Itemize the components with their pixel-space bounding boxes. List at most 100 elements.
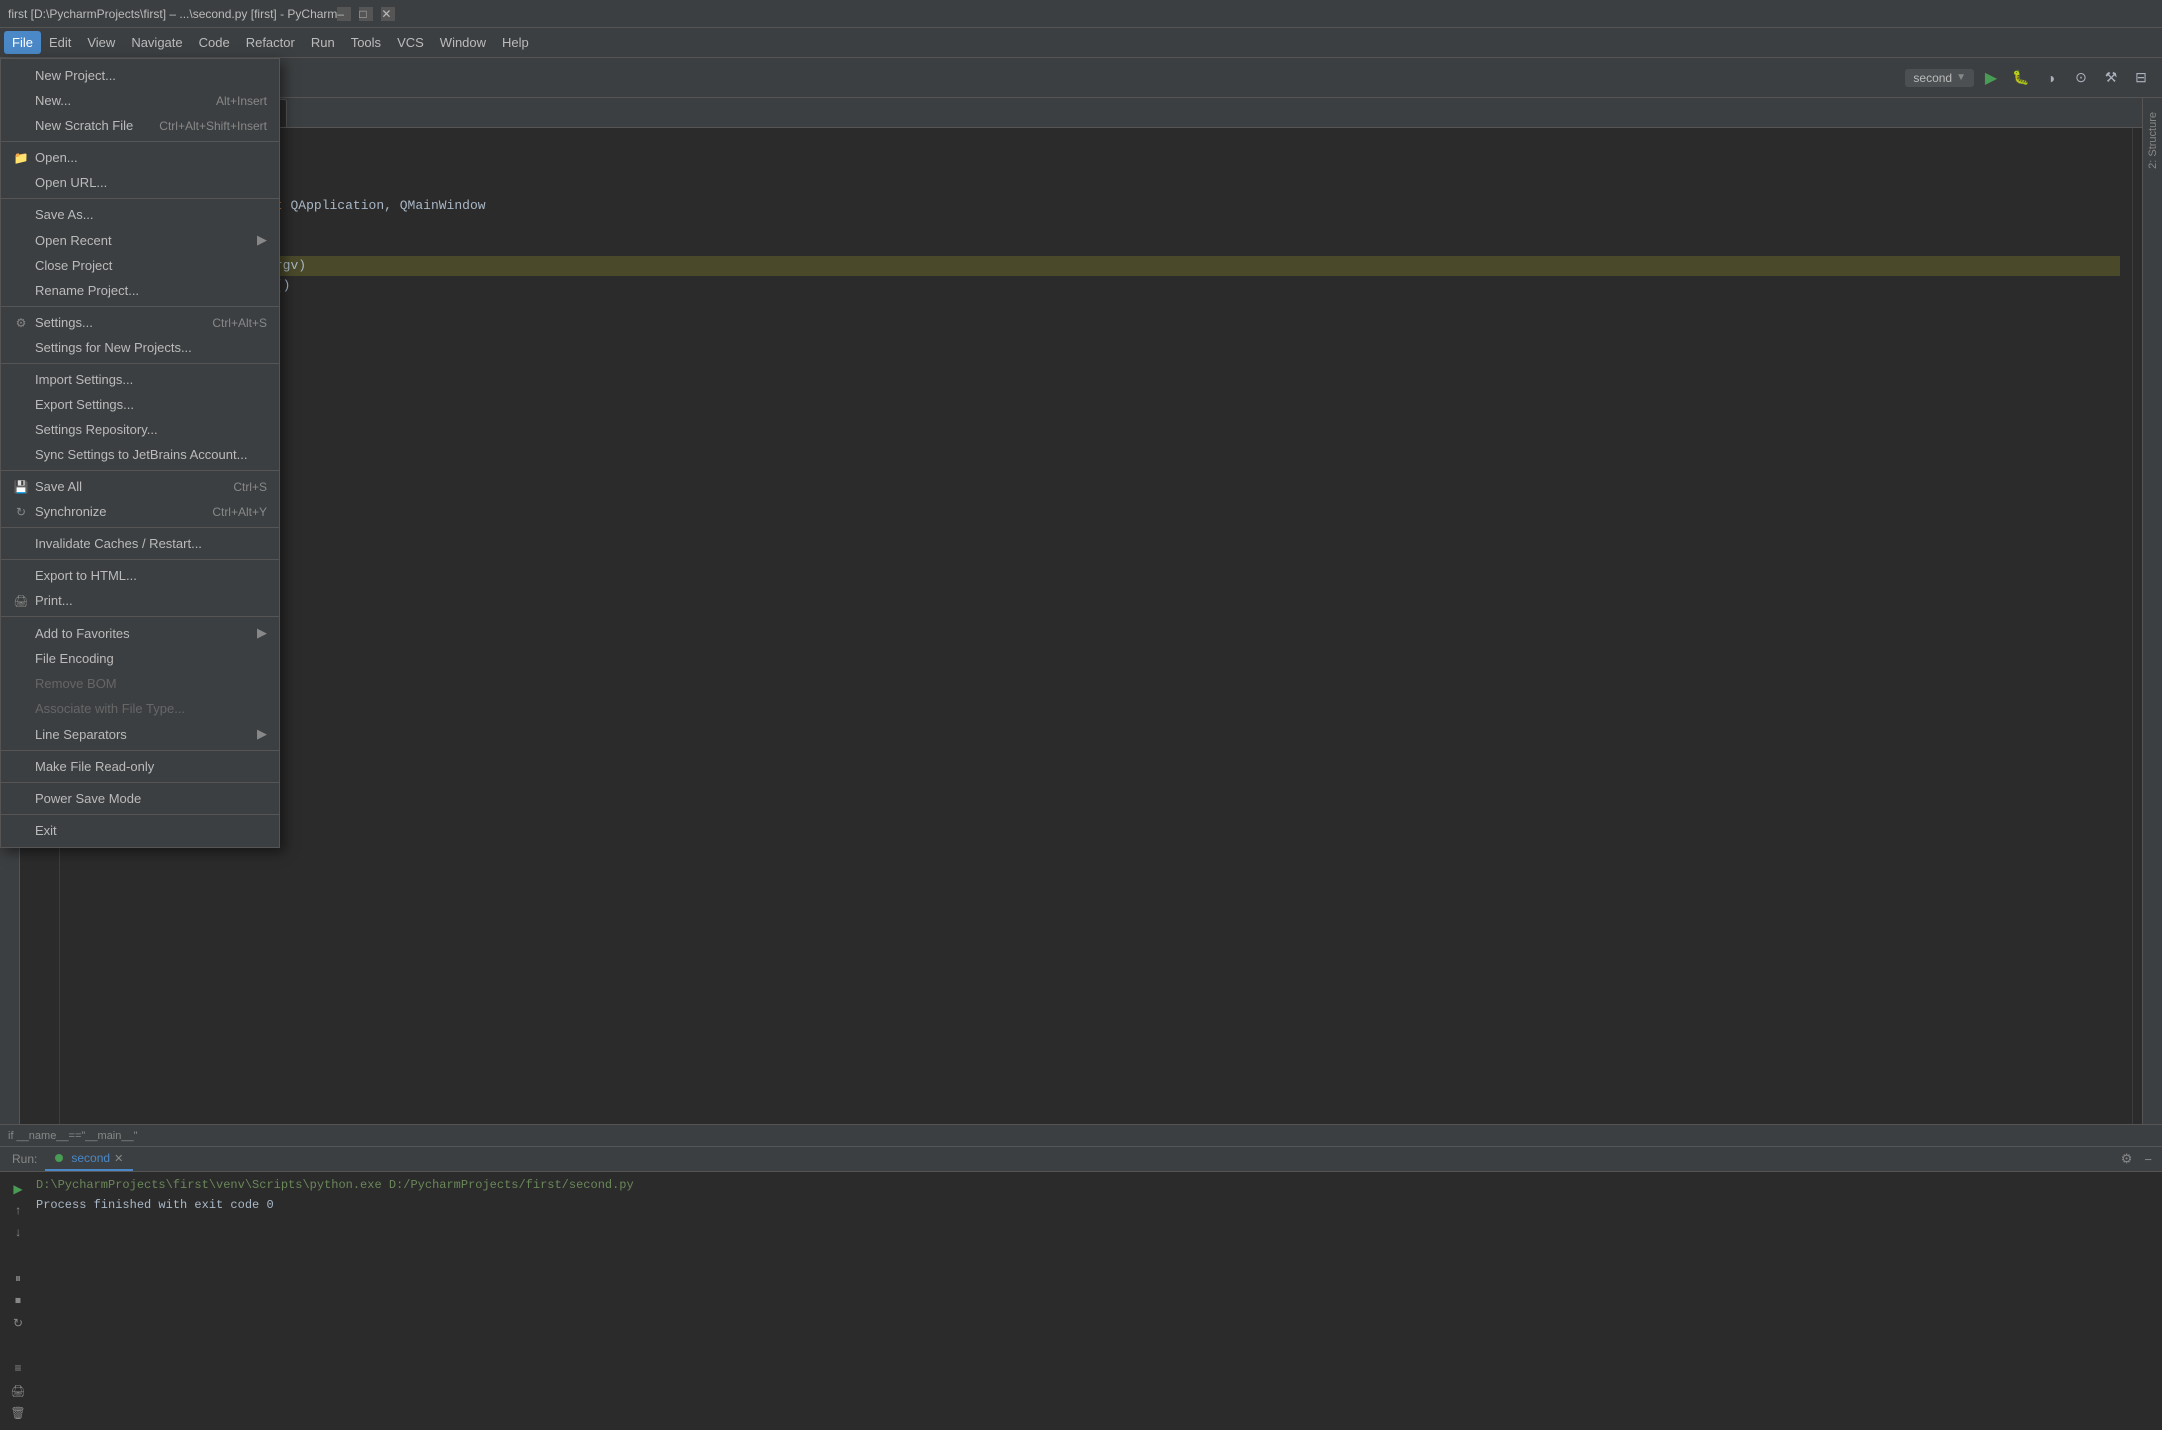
breadcrumb-text: if __name__=="__main__" <box>8 1130 138 1142</box>
dd-open[interactable]: 📁 Open... <box>1 145 279 170</box>
run-trash-btn[interactable]: 🗑 <box>9 1404 27 1422</box>
menu-file[interactable]: File <box>4 31 41 54</box>
dd-new-scratch[interactable]: New Scratch File Ctrl+Alt+Shift+Insert <box>1 113 279 138</box>
structure-label-text: 2: Structure <box>2147 112 2159 169</box>
menu-help[interactable]: Help <box>494 31 537 54</box>
dd-file-encoding[interactable]: File Encoding <box>1 646 279 671</box>
dd-settings-label: Settings... <box>35 315 93 330</box>
dd-open-url[interactable]: Open URL... <box>1 170 279 195</box>
dd-sep-3 <box>1 306 279 307</box>
dd-settings-new-projects[interactable]: Settings for New Projects... <box>1 335 279 360</box>
menu-navigate[interactable]: Navigate <box>123 31 190 54</box>
run-stop-btn[interactable]: ⏹ <box>9 1292 27 1310</box>
dd-settings[interactable]: ⚙ Settings... Ctrl+Alt+S <box>1 310 279 335</box>
run-tab-second[interactable]: second ✕ <box>45 1147 133 1171</box>
dd-sep-6 <box>1 527 279 528</box>
menu-bar: File Edit View Navigate Code Refactor Ru… <box>0 28 2162 58</box>
title-bar-controls[interactable]: – □ ✕ <box>337 7 395 21</box>
dd-power-save-label: Power Save Mode <box>35 791 141 806</box>
dd-open-recent[interactable]: Open Recent ▶ <box>1 227 279 253</box>
editor-inner: 1 2 3 4 5 6 7 8 9 10 11 12 import sys im… <box>20 128 2142 1124</box>
dd-close-project[interactable]: Close Project <box>1 253 279 278</box>
code-line-12: sys.exit(app.exec_()) <box>72 356 2120 376</box>
run-wrap-btn[interactable]: ≡ <box>9 1360 27 1378</box>
dd-sync-settings[interactable]: Sync Settings to JetBrains Account... <box>1 442 279 467</box>
dd-open-recent-label: Open Recent <box>35 233 112 248</box>
menu-vcs[interactable]: VCS <box>389 31 432 54</box>
menu-view[interactable]: View <box>79 31 123 54</box>
dd-synchronize[interactable]: ↻ Synchronize Ctrl+Alt+Y <box>1 499 279 524</box>
menu-run[interactable]: Run <box>303 31 343 54</box>
print-icon: 🖨 <box>13 594 29 608</box>
dd-export-settings[interactable]: Export Settings... <box>1 392 279 417</box>
dd-add-favorites-label: Add to Favorites <box>35 626 130 641</box>
run-output: D:\PycharmProjects\first\venv\Scripts\py… <box>28 1178 2154 1424</box>
run-filter-btn[interactable]: 🖨 <box>9 1382 27 1400</box>
code-line-1: import sys <box>72 136 2120 156</box>
run-rerun-btn[interactable]: ↻ <box>9 1314 27 1332</box>
dd-invalidate-caches[interactable]: Invalidate Caches / Restart... <box>1 531 279 556</box>
run-close-btn[interactable]: − <box>2138 1150 2158 1169</box>
dd-save-all[interactable]: 💾 Save All Ctrl+S <box>1 474 279 499</box>
dd-sep-7 <box>1 559 279 560</box>
dd-make-readonly[interactable]: Make File Read-only <box>1 754 279 779</box>
menu-window[interactable]: Window <box>432 31 494 54</box>
close-button[interactable]: ✕ <box>381 7 395 21</box>
dd-import-label: Import Settings... <box>35 372 133 387</box>
dd-save-as[interactable]: Save As... <box>1 202 279 227</box>
maximize-button[interactable]: □ <box>359 7 373 21</box>
dd-new[interactable]: New... Alt+Insert <box>1 88 279 113</box>
title-bar: first [D:\PycharmProjects\first] – ...\s… <box>0 0 2162 28</box>
line-sep-arrow: ▶ <box>257 726 267 742</box>
close-run-tab[interactable]: ✕ <box>114 1152 123 1165</box>
menu-code[interactable]: Code <box>191 31 238 54</box>
menu-edit[interactable]: Edit <box>41 31 79 54</box>
bottom-tabs: Run: second ✕ ⚙ − <box>0 1147 2162 1172</box>
dd-sep-2 <box>1 198 279 199</box>
debug-button[interactable]: 🐛 <box>2008 65 2034 91</box>
run-play-btn[interactable]: ▶ <box>9 1180 27 1198</box>
code-line-11: mainWindow.show() <box>72 336 2120 356</box>
dd-export-label: Export Settings... <box>35 397 134 412</box>
dd-new-project[interactable]: New Project... <box>1 63 279 88</box>
code-content[interactable]: import sys import first from PyQt5.QtWid… <box>60 128 2132 1124</box>
dd-line-separators[interactable]: Line Separators ▶ <box>1 721 279 747</box>
run-config-selector[interactable]: second ▼ <box>1905 69 1974 87</box>
menu-tools[interactable]: Tools <box>343 31 389 54</box>
dd-settings-repo[interactable]: Settings Repository... <box>1 417 279 442</box>
right-tool-window: 2: Structure <box>2142 100 2162 500</box>
build-button[interactable]: ⚒ <box>2098 65 2124 91</box>
run-label: Run: <box>4 1152 45 1166</box>
dd-export-html[interactable]: Export to HTML... <box>1 563 279 588</box>
code-line-5 <box>72 216 2120 236</box>
run-pause-btn[interactable]: ⏸ <box>9 1270 27 1288</box>
dd-add-favorites[interactable]: Add to Favorites ▶ <box>1 620 279 646</box>
dd-sync-shortcut: Ctrl+Alt+Y <box>212 505 267 519</box>
coverage-button[interactable]: ◑ <box>2038 65 2064 91</box>
menu-refactor[interactable]: Refactor <box>238 31 303 54</box>
run-settings-btn[interactable]: ⚙ <box>2115 1149 2139 1169</box>
dd-settings-repo-label: Settings Repository... <box>35 422 158 437</box>
dd-sep-8 <box>1 616 279 617</box>
dd-power-save[interactable]: Power Save Mode <box>1 786 279 811</box>
file-dropdown-menu: New Project... New... Alt+Insert New Scr… <box>0 58 280 848</box>
dd-open-url-label: Open URL... <box>35 175 107 190</box>
code-editor[interactable]: 1 2 3 4 5 6 7 8 9 10 11 12 import sys im… <box>20 128 2142 1124</box>
dd-exit[interactable]: Exit <box>1 818 279 843</box>
dd-import-settings[interactable]: Import Settings... <box>1 367 279 392</box>
dd-rename-project-label: Rename Project... <box>35 283 139 298</box>
dd-new-project-label: New Project... <box>35 68 116 83</box>
settings-icon: ⚙ <box>13 316 29 330</box>
run-down-btn[interactable]: ↓ <box>9 1224 27 1242</box>
more-toolbar-btn[interactable]: ⊟ <box>2128 65 2154 91</box>
run-up-btn[interactable]: ↑ <box>9 1202 27 1220</box>
status-bar: if __name__=="__main__" <box>0 1124 2162 1146</box>
code-line-10: ui.setupUi(mainWindow) <box>72 316 2120 336</box>
structure-label[interactable]: 2: Structure <box>2147 104 2159 177</box>
dd-rename-project[interactable]: Rename Project... <box>1 278 279 303</box>
minimize-button[interactable]: – <box>337 7 351 21</box>
run-button[interactable]: ▶ <box>1978 65 2004 91</box>
dd-save-as-label: Save As... <box>35 207 94 222</box>
dd-print[interactable]: 🖨 Print... <box>1 588 279 613</box>
profile-button[interactable]: ⊙ <box>2068 65 2094 91</box>
